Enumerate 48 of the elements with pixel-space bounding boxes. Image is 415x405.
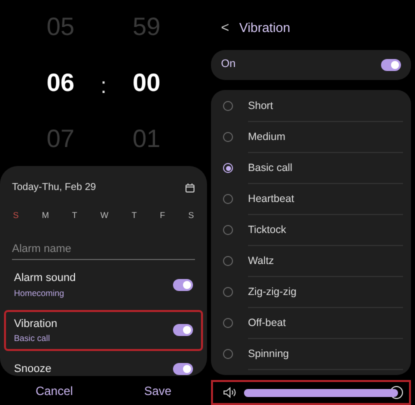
radio-button[interactable] (223, 256, 233, 266)
pattern-option[interactable]: Basic call (248, 152, 403, 184)
calendar-icon[interactable] (185, 182, 195, 192)
weekday-toggle[interactable]: S (13, 209, 19, 222)
pattern-option[interactable]: Waltz (248, 246, 403, 277)
radio-button[interactable] (223, 225, 233, 236)
pattern-option[interactable]: Medium (248, 122, 403, 153)
intensity-slider[interactable] (244, 388, 398, 397)
setting-value: Homecoming (14, 286, 66, 300)
toggle-switch[interactable] (173, 324, 193, 336)
weekday-toggle[interactable]: M (42, 209, 49, 222)
radio-button[interactable] (223, 132, 233, 142)
weekday-toggle[interactable]: T (132, 209, 137, 222)
toggle-switch[interactable] (381, 58, 401, 71)
alarm-name-field[interactable]: Alarm name (12, 238, 195, 260)
radio-button[interactable] (223, 318, 233, 328)
radio-button[interactable] (223, 163, 233, 174)
toggle-switch[interactable] (173, 278, 193, 291)
radio-button[interactable] (223, 101, 233, 112)
radio-button[interactable] (223, 287, 233, 298)
setting-value: Basic call (14, 332, 51, 345)
time-separator: : (100, 72, 107, 100)
weekday-toggle[interactable]: S (188, 209, 194, 222)
hour-value[interactable]: 06 (46, 68, 74, 98)
switch-label: On (221, 57, 236, 72)
radio-button[interactable] (223, 194, 233, 204)
setting-title: Vibration (14, 316, 58, 332)
pattern-option[interactable]: Short (248, 90, 403, 122)
minute-value[interactable]: 00 (132, 68, 160, 98)
weekday-toggle[interactable]: F (160, 209, 166, 222)
radio-button[interactable] (223, 349, 233, 360)
pattern-option[interactable]: Ticktock (248, 214, 403, 246)
pattern-option[interactable]: Off-beat (248, 308, 403, 339)
weekday-toggle[interactable]: W (100, 209, 108, 222)
toggle-switch[interactable] (173, 363, 193, 375)
pattern-option[interactable]: Zig-zig-zig (248, 276, 403, 308)
weekday-toggle[interactable]: T (72, 209, 78, 222)
action-button[interactable]: Cancel (30, 380, 79, 402)
screen-title: Vibration (239, 19, 290, 38)
pattern-option[interactable]: Heartbeat (248, 184, 403, 215)
master-switch-card[interactable]: On (211, 50, 411, 80)
setting-title: Snooze (14, 362, 52, 376)
back-button[interactable]: < (221, 17, 230, 38)
pattern-option[interactable]: Spinning (248, 338, 403, 370)
setting-title: Alarm sound (14, 271, 76, 286)
date-label: Today-Thu, Feb 29 (12, 181, 96, 195)
action-button[interactable]: Save (138, 380, 178, 402)
speaker-icon (223, 387, 236, 398)
